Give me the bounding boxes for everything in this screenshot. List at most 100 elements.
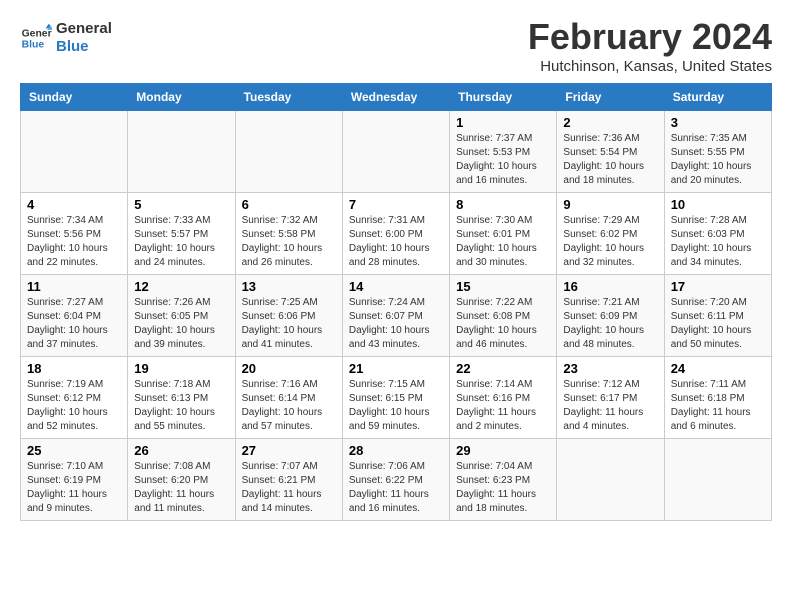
- calendar-cell: [235, 111, 342, 193]
- calendar-cell: 13 Sunrise: 7:25 AM Sunset: 6:06 PM Dayli…: [235, 275, 342, 357]
- day-number: 1: [456, 115, 550, 130]
- day-number: 29: [456, 443, 550, 458]
- day-info: Sunrise: 7:15 AM Sunset: 6:15 PM Dayligh…: [349, 378, 443, 434]
- day-number: 9: [563, 197, 657, 212]
- calendar-cell: 7 Sunrise: 7:31 AM Sunset: 6:00 PM Daylig…: [342, 193, 449, 275]
- calendar-cell: [664, 439, 771, 521]
- day-number: 22: [456, 361, 550, 376]
- weekday-header-thursday: Thursday: [450, 84, 557, 111]
- logo: General Blue General Blue: [20, 20, 112, 56]
- calendar-cell: [342, 111, 449, 193]
- calendar-cell: 5 Sunrise: 7:33 AM Sunset: 5:57 PM Daylig…: [128, 193, 235, 275]
- weekday-header-friday: Friday: [557, 84, 664, 111]
- day-info: Sunrise: 7:21 AM Sunset: 6:09 PM Dayligh…: [563, 296, 657, 352]
- day-info: Sunrise: 7:11 AM Sunset: 6:18 PM Dayligh…: [671, 378, 765, 434]
- day-number: 23: [563, 361, 657, 376]
- day-info: Sunrise: 7:28 AM Sunset: 6:03 PM Dayligh…: [671, 214, 765, 270]
- day-info: Sunrise: 7:27 AM Sunset: 6:04 PM Dayligh…: [27, 296, 121, 352]
- calendar-cell: 24 Sunrise: 7:11 AM Sunset: 6:18 PM Dayli…: [664, 357, 771, 439]
- month-title: February 2024: [528, 16, 772, 58]
- calendar-week-4: 18 Sunrise: 7:19 AM Sunset: 6:12 PM Dayli…: [21, 357, 772, 439]
- weekday-header-tuesday: Tuesday: [235, 84, 342, 111]
- header: General Blue General Blue February 2024 …: [20, 16, 772, 75]
- day-number: 17: [671, 279, 765, 294]
- calendar-cell: 14Sunrise: 7:24 AM Sunset: 6:07 PM Dayli…: [342, 275, 449, 357]
- calendar-cell: 17 Sunrise: 7:20 AM Sunset: 6:11 PM Dayli…: [664, 275, 771, 357]
- calendar-week-3: 11 Sunrise: 7:27 AM Sunset: 6:04 PM Dayli…: [21, 275, 772, 357]
- calendar-cell: 28Sunrise: 7:06 AM Sunset: 6:22 PM Dayli…: [342, 439, 449, 521]
- day-info: Sunrise: 7:29 AM Sunset: 6:02 PM Dayligh…: [563, 214, 657, 270]
- day-info: Sunrise: 7:33 AM Sunset: 5:57 PM Dayligh…: [134, 214, 228, 270]
- day-info: Sunrise: 7:16 AM Sunset: 6:14 PM Dayligh…: [242, 378, 336, 434]
- weekday-header-monday: Monday: [128, 84, 235, 111]
- day-info: Sunrise: 7:10 AM Sunset: 6:19 PM Dayligh…: [27, 460, 121, 516]
- day-number: 5: [134, 197, 228, 212]
- calendar-cell: 22 Sunrise: 7:14 AM Sunset: 6:16 PM Dayli…: [450, 357, 557, 439]
- day-number: 26: [134, 443, 228, 458]
- calendar-cell: 10 Sunrise: 7:28 AM Sunset: 6:03 PM Dayli…: [664, 193, 771, 275]
- day-info: Sunrise: 7:19 AM Sunset: 6:12 PM Dayligh…: [27, 378, 121, 434]
- calendar-cell: [21, 111, 128, 193]
- day-number: 7: [349, 197, 443, 212]
- day-info: Sunrise: 7:12 AM Sunset: 6:17 PM Dayligh…: [563, 378, 657, 434]
- calendar-table: SundayMondayTuesdayWednesdayThursdayFrid…: [20, 83, 772, 521]
- day-info: Sunrise: 7:32 AM Sunset: 5:58 PM Dayligh…: [242, 214, 336, 270]
- day-info: Sunrise: 7:07 AM Sunset: 6:21 PM Dayligh…: [242, 460, 336, 516]
- calendar-cell: 26 Sunrise: 7:08 AM Sunset: 6:20 PM Dayli…: [128, 439, 235, 521]
- day-number: 19: [134, 361, 228, 376]
- calendar-cell: [557, 439, 664, 521]
- day-number: 27: [242, 443, 336, 458]
- day-number: 16: [563, 279, 657, 294]
- calendar-week-2: 4 Sunrise: 7:34 AM Sunset: 5:56 PM Daylig…: [21, 193, 772, 275]
- weekday-header-row: SundayMondayTuesdayWednesdayThursdayFrid…: [21, 84, 772, 111]
- day-info: Sunrise: 7:36 AM Sunset: 5:54 PM Dayligh…: [563, 132, 657, 188]
- day-info: Sunrise: 7:20 AM Sunset: 6:11 PM Dayligh…: [671, 296, 765, 352]
- calendar-cell: 3Sunrise: 7:35 AM Sunset: 5:55 PM Daylig…: [664, 111, 771, 193]
- calendar-week-5: 25 Sunrise: 7:10 AM Sunset: 6:19 PM Dayli…: [21, 439, 772, 521]
- location: Hutchinson, Kansas, United States: [528, 58, 772, 75]
- day-info: Sunrise: 7:30 AM Sunset: 6:01 PM Dayligh…: [456, 214, 550, 270]
- calendar-cell: 4 Sunrise: 7:34 AM Sunset: 5:56 PM Daylig…: [21, 193, 128, 275]
- day-info: Sunrise: 7:14 AM Sunset: 6:16 PM Dayligh…: [456, 378, 550, 434]
- day-number: 12: [134, 279, 228, 294]
- logo-blue: Blue: [56, 38, 112, 56]
- day-number: 24: [671, 361, 765, 376]
- day-number: 10: [671, 197, 765, 212]
- day-info: Sunrise: 7:25 AM Sunset: 6:06 PM Dayligh…: [242, 296, 336, 352]
- day-info: Sunrise: 7:06 AM Sunset: 6:22 PM Dayligh…: [349, 460, 443, 516]
- calendar-cell: 12 Sunrise: 7:26 AM Sunset: 6:05 PM Dayli…: [128, 275, 235, 357]
- svg-text:Blue: Blue: [22, 40, 45, 51]
- day-number: 3: [671, 115, 765, 130]
- day-number: 25: [27, 443, 121, 458]
- calendar-cell: 16 Sunrise: 7:21 AM Sunset: 6:09 PM Dayli…: [557, 275, 664, 357]
- calendar-cell: 6 Sunrise: 7:32 AM Sunset: 5:58 PM Daylig…: [235, 193, 342, 275]
- weekday-header-sunday: Sunday: [21, 84, 128, 111]
- calendar-cell: 1 Sunrise: 7:37 AM Sunset: 5:53 PM Daylig…: [450, 111, 557, 193]
- weekday-header-wednesday: Wednesday: [342, 84, 449, 111]
- day-number: 15: [456, 279, 550, 294]
- calendar-cell: 2 Sunrise: 7:36 AM Sunset: 5:54 PM Daylig…: [557, 111, 664, 193]
- logo-icon: General Blue: [20, 22, 52, 54]
- day-info: Sunrise: 7:31 AM Sunset: 6:00 PM Dayligh…: [349, 214, 443, 270]
- day-number: 4: [27, 197, 121, 212]
- day-number: 6: [242, 197, 336, 212]
- svg-text:General: General: [22, 28, 52, 39]
- day-info: Sunrise: 7:34 AM Sunset: 5:56 PM Dayligh…: [27, 214, 121, 270]
- day-number: 11: [27, 279, 121, 294]
- day-info: Sunrise: 7:26 AM Sunset: 6:05 PM Dayligh…: [134, 296, 228, 352]
- day-info: Sunrise: 7:18 AM Sunset: 6:13 PM Dayligh…: [134, 378, 228, 434]
- calendar-cell: 21Sunrise: 7:15 AM Sunset: 6:15 PM Dayli…: [342, 357, 449, 439]
- day-number: 13: [242, 279, 336, 294]
- weekday-header-saturday: Saturday: [664, 84, 771, 111]
- day-info: Sunrise: 7:24 AM Sunset: 6:07 PM Dayligh…: [349, 296, 443, 352]
- day-info: Sunrise: 7:08 AM Sunset: 6:20 PM Dayligh…: [134, 460, 228, 516]
- day-number: 18: [27, 361, 121, 376]
- day-info: Sunrise: 7:37 AM Sunset: 5:53 PM Dayligh…: [456, 132, 550, 188]
- calendar-cell: 15Sunrise: 7:22 AM Sunset: 6:08 PM Dayli…: [450, 275, 557, 357]
- calendar-cell: 20Sunrise: 7:16 AM Sunset: 6:14 PM Dayli…: [235, 357, 342, 439]
- title-area: February 2024 Hutchinson, Kansas, United…: [528, 16, 772, 75]
- calendar-cell: 27 Sunrise: 7:07 AM Sunset: 6:21 PM Dayli…: [235, 439, 342, 521]
- calendar-cell: 18 Sunrise: 7:19 AM Sunset: 6:12 PM Dayli…: [21, 357, 128, 439]
- calendar-cell: 9 Sunrise: 7:29 AM Sunset: 6:02 PM Daylig…: [557, 193, 664, 275]
- day-number: 2: [563, 115, 657, 130]
